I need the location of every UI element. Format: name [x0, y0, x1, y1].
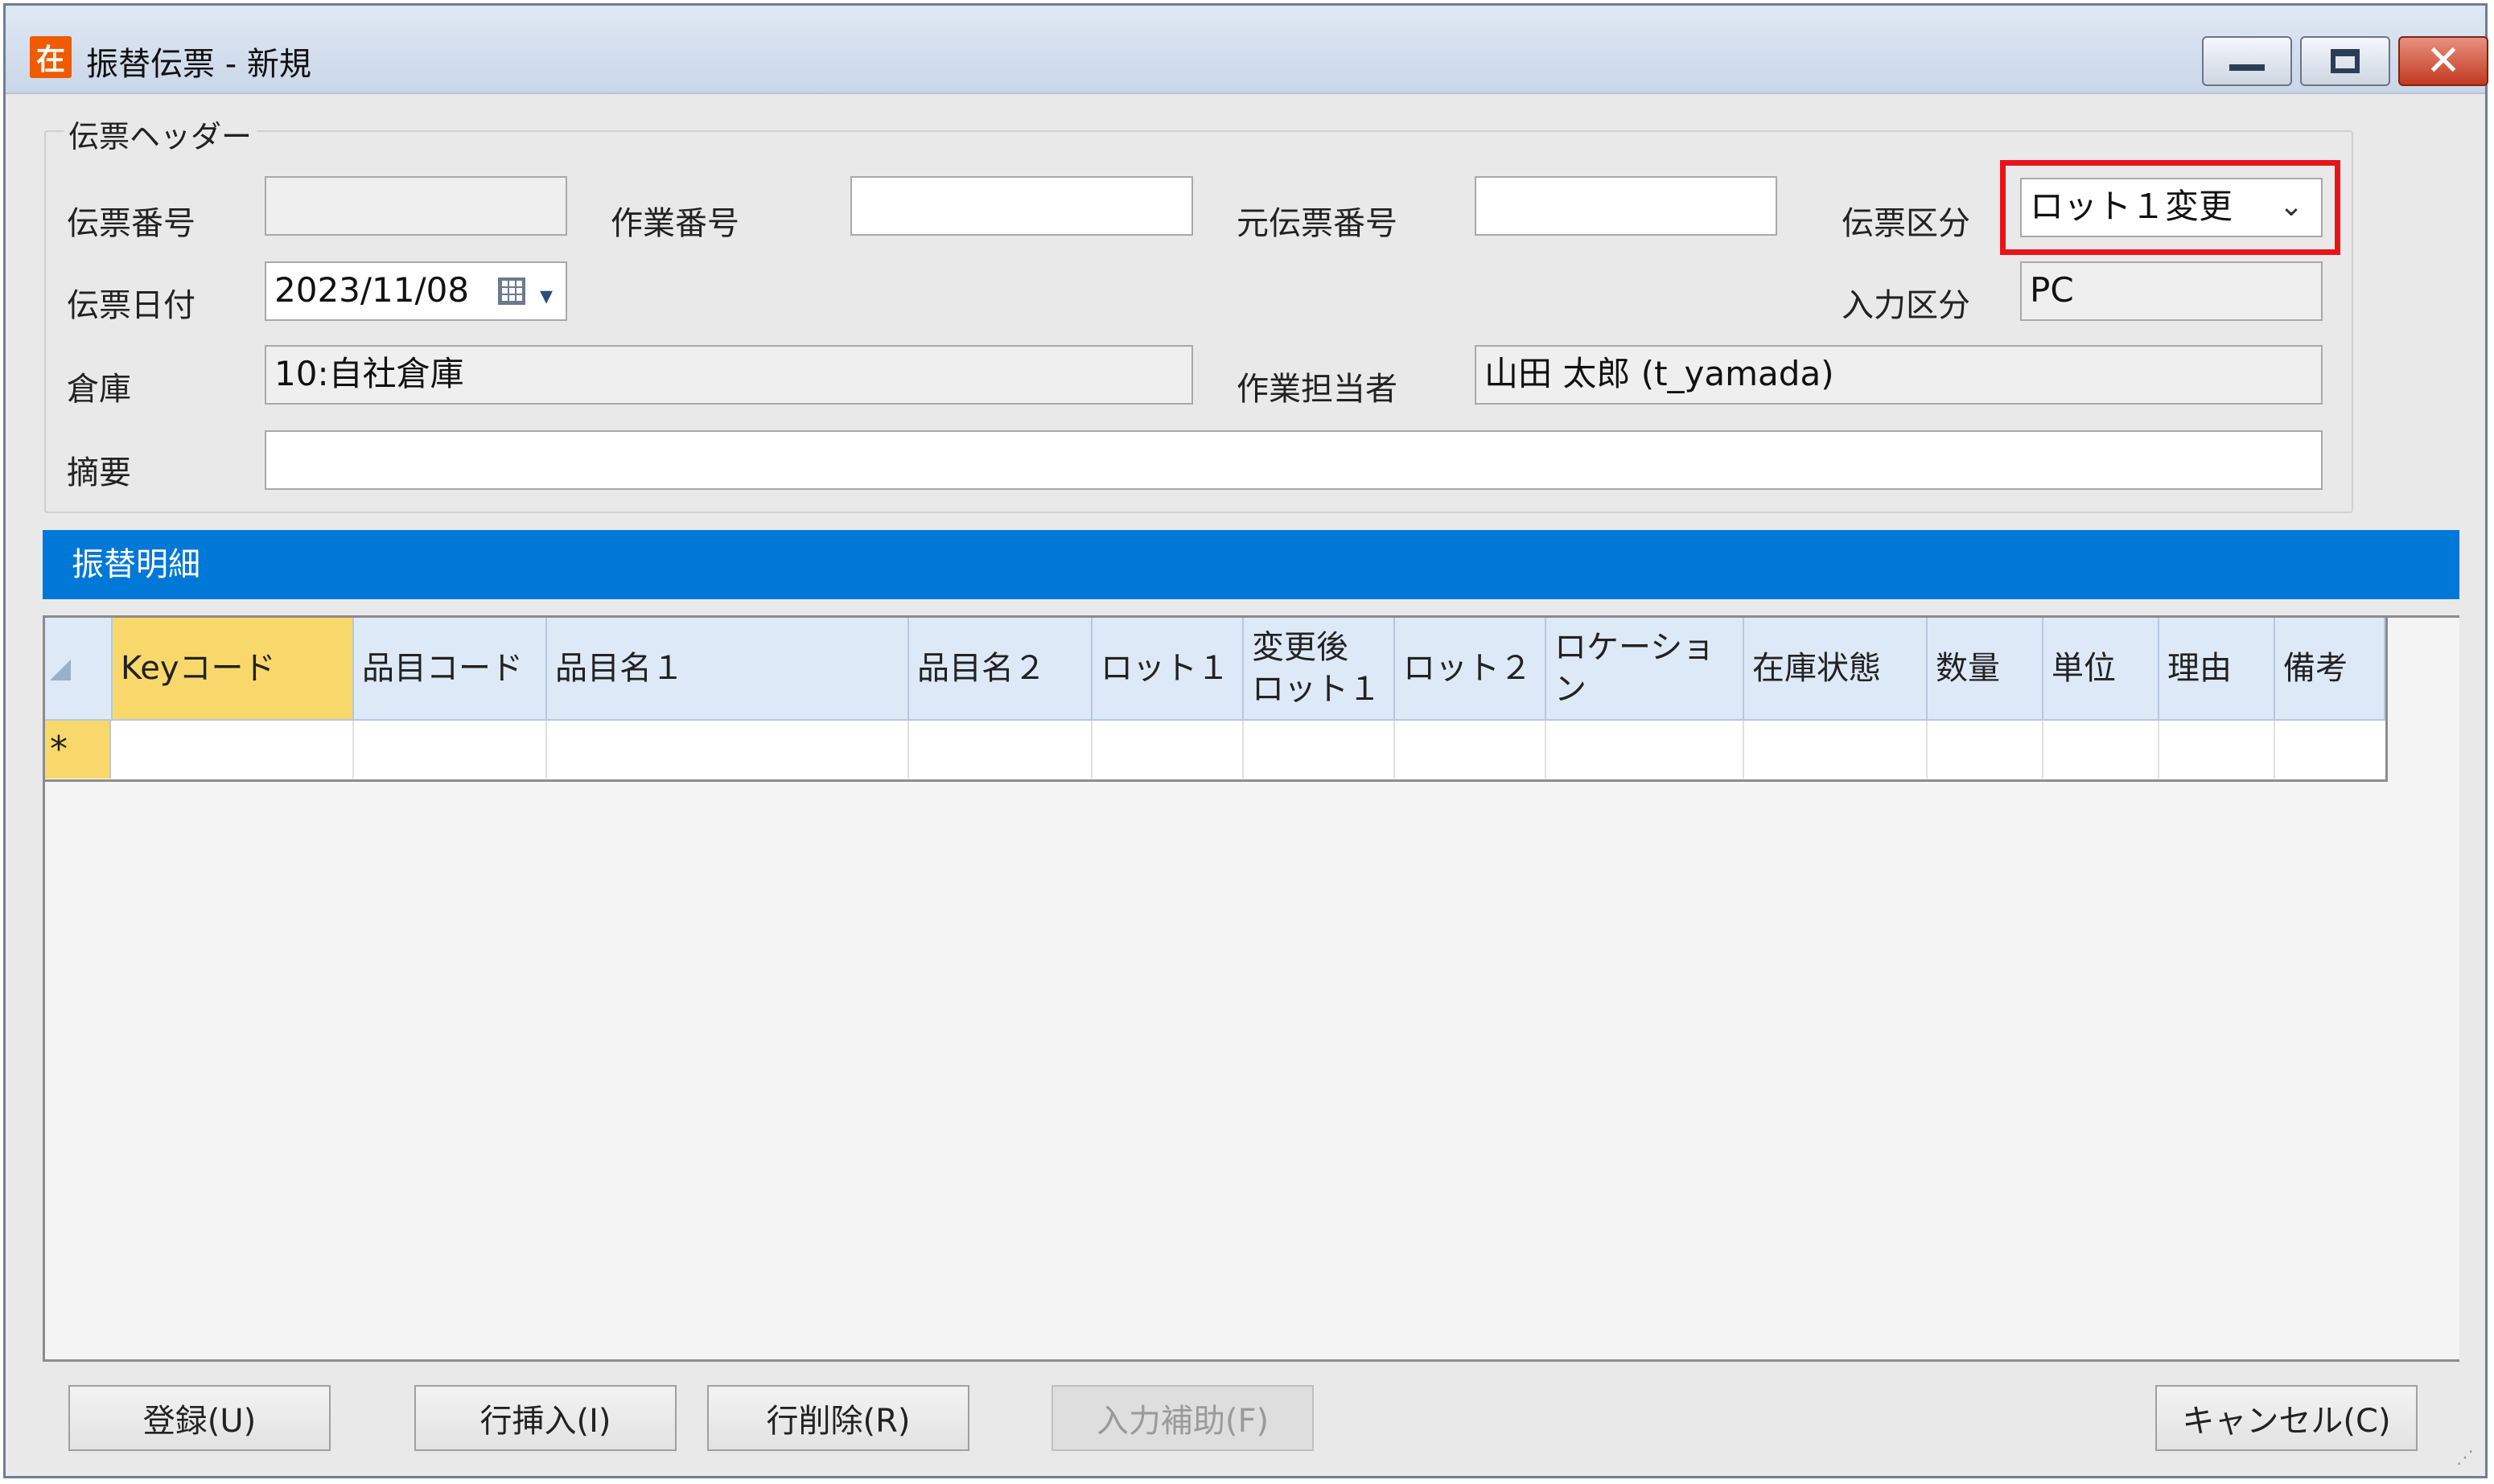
table-cell[interactable] — [354, 721, 547, 779]
slip-number-field[interactable] — [265, 176, 567, 236]
minimize-button[interactable] — [2202, 36, 2292, 86]
table-cell[interactable] — [2159, 721, 2275, 779]
col-remarks[interactable]: 備考 — [2275, 618, 2385, 721]
slip-date-label: 伝票日付 — [67, 287, 195, 324]
maximize-button[interactable] — [2300, 36, 2390, 86]
table-cell[interactable] — [2043, 721, 2159, 779]
table-cell[interactable] — [113, 721, 354, 779]
memo-field[interactable] — [265, 430, 2323, 490]
col-quantity[interactable]: 数量 — [1928, 618, 2043, 721]
warehouse-label: 倉庫 — [67, 371, 131, 408]
col-key-code[interactable]: Keyコード — [113, 618, 354, 721]
table-cell[interactable] — [2275, 721, 2385, 779]
staff-label: 作業担当者 — [1237, 371, 1397, 408]
transfer-slip-window: 在 振替伝票 - 新規 ✕ 伝票ヘッダー 伝票番号 作業番号 元伝票番号 伝票区… — [3, 3, 2488, 1478]
col-item-name-2[interactable]: 品目名２ — [909, 618, 1093, 721]
original-slip-number-label: 元伝票番号 — [1237, 205, 1397, 242]
dropdown-arrow-icon[interactable]: ▾ — [540, 271, 553, 319]
window-title: 振替伝票 - 新規 — [86, 46, 311, 83]
memo-label: 摘要 — [67, 454, 131, 491]
minimize-icon — [2229, 64, 2265, 71]
col-item-code[interactable]: 品目コード — [354, 618, 547, 721]
close-button[interactable]: ✕ — [2398, 36, 2488, 86]
highlight-box — [2000, 160, 2340, 255]
detail-grid[interactable]: Keyコード 品目コード 品目名１ 品目名２ ロット１ 変更後 ロット１ ロット… — [43, 615, 2459, 1362]
delete-row-button[interactable]: 行削除(R) — [707, 1385, 969, 1451]
slip-date-value: 2023/11/08 — [274, 270, 470, 310]
slip-date-picker[interactable]: 2023/11/08 ▾ — [265, 261, 567, 321]
table-cell[interactable] — [1928, 721, 2043, 779]
slip-header-legend: 伝票ヘッダー — [64, 112, 257, 156]
work-number-field[interactable] — [850, 176, 1193, 236]
select-all-icon — [50, 660, 71, 680]
app-icon: 在 — [30, 36, 72, 78]
staff-field[interactable]: 山田 太郎 (t_yamada) — [1475, 345, 2323, 405]
table-cell[interactable] — [547, 721, 909, 779]
register-button[interactable]: 登録(U) — [68, 1385, 331, 1451]
resize-grip-icon[interactable]: ⋰ — [2456, 1448, 2474, 1468]
input-type-label: 入力区分 — [1842, 287, 1970, 324]
cancel-button[interactable]: キャンセル(C) — [2155, 1385, 2418, 1451]
insert-row-button[interactable]: 行挿入(I) — [414, 1385, 677, 1451]
table-cell[interactable] — [909, 721, 1093, 779]
input-type-field[interactable]: PC — [2020, 261, 2323, 321]
input-assist-button: 入力補助(F) — [1052, 1385, 1314, 1451]
detail-table: Keyコード 品目コード 品目名１ 品目名２ ロット１ 変更後 ロット１ ロット… — [45, 618, 2388, 782]
calendar-icon[interactable] — [498, 277, 525, 305]
col-stock-status[interactable]: 在庫状態 — [1744, 618, 1928, 721]
col-item-name-1[interactable]: 品目名１ — [547, 618, 909, 721]
maximize-icon — [2331, 49, 2360, 73]
new-row-marker[interactable]: * — [45, 721, 111, 779]
col-location[interactable]: ロケーション — [1546, 618, 1744, 721]
grid-corner[interactable] — [45, 618, 113, 721]
table-cell[interactable] — [1546, 721, 1744, 779]
col-unit[interactable]: 単位 — [2043, 618, 2159, 721]
table-cell[interactable] — [1395, 721, 1546, 779]
col-lot-2[interactable]: ロット２ — [1395, 618, 1546, 721]
slip-type-label: 伝票区分 — [1842, 205, 1970, 242]
table-cell[interactable] — [1244, 721, 1395, 779]
original-slip-number-field[interactable] — [1475, 176, 1777, 236]
work-number-label: 作業番号 — [611, 205, 739, 242]
col-lot-1[interactable]: ロット１ — [1093, 618, 1244, 721]
close-icon: ✕ — [2426, 37, 2461, 85]
transfer-detail-header: 振替明細 — [43, 530, 2459, 599]
col-reason[interactable]: 理由 — [2159, 618, 2275, 721]
table-cell[interactable] — [1093, 721, 1244, 779]
table-cell[interactable] — [1744, 721, 1928, 779]
warehouse-field[interactable]: 10:自社倉庫 — [265, 345, 1193, 405]
col-new-lot-1[interactable]: 変更後 ロット１ — [1244, 618, 1395, 721]
title-bar[interactable]: 在 振替伝票 - 新規 ✕ — [6, 6, 2488, 94]
slip-number-label: 伝票番号 — [67, 205, 195, 242]
